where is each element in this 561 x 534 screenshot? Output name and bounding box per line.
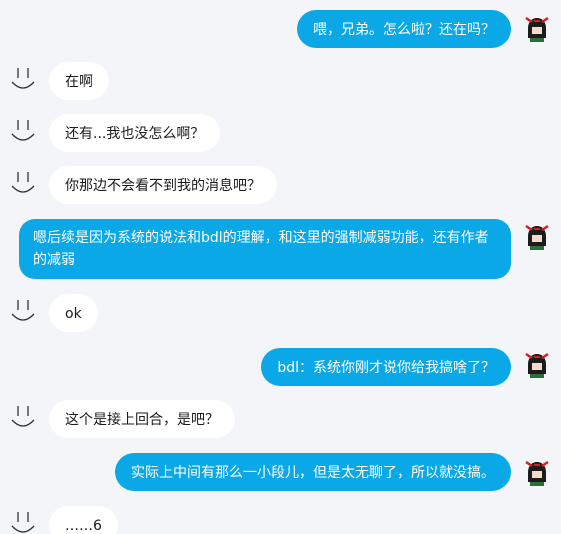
message-row-outgoing: 嗯后续是因为系统的说法和bdl的理解，和这里的强制减弱功能，还有作者的减弱	[0, 216, 561, 282]
anime-girl-avatar-icon[interactable]	[522, 348, 552, 378]
message-bubble-outgoing[interactable]: 嗯后续是因为系统的说法和bdl的理解，和这里的强制减弱功能，还有作者的减弱	[19, 219, 511, 279]
message-bubble-incoming[interactable]: 还有...我也没怎么啊？	[49, 114, 221, 152]
message-row-outgoing: bdl：系统你刚才说你给我搞啥了？	[0, 344, 561, 386]
anime-girl-avatar-icon[interactable]	[522, 456, 552, 486]
message-row-incoming: 还有...我也没怎么啊？	[0, 112, 561, 152]
smiley-face-icon[interactable]	[8, 296, 38, 326]
smiley-face-icon[interactable]	[8, 508, 38, 534]
anime-girl-avatar-icon[interactable]	[522, 12, 552, 42]
message-bubble-outgoing[interactable]: 实际上中间有那么一小段儿，但是太无聊了，所以就没搞。	[115, 453, 511, 491]
message-bubble-incoming[interactable]: 在啊	[49, 62, 109, 100]
message-row-incoming: ok	[0, 292, 561, 332]
smiley-face-icon[interactable]	[8, 64, 38, 94]
smiley-face-icon[interactable]	[8, 402, 38, 432]
message-bubble-outgoing[interactable]: 喂，兄弟。怎么啦？还在吗？	[297, 10, 511, 48]
message-row-incoming: ……6	[0, 504, 561, 534]
message-row-outgoing: 喂，兄弟。怎么啦？还在吗？	[0, 8, 561, 48]
message-bubble-incoming[interactable]: ok	[49, 294, 98, 332]
message-bubble-incoming[interactable]: ……6	[49, 506, 118, 534]
message-row-outgoing: 实际上中间有那么一小段儿，但是太无聊了，所以就没搞。	[0, 452, 561, 492]
message-row-incoming: 在啊	[0, 60, 561, 100]
message-row-incoming: 你那边不会看不到我的消息吧？	[0, 164, 561, 204]
message-bubble-incoming[interactable]: 这个是接上回合，是吧？	[49, 400, 235, 438]
smiley-face-icon[interactable]	[8, 116, 38, 146]
message-bubble-incoming[interactable]: 你那边不会看不到我的消息吧？	[49, 166, 277, 204]
chat-thread: 喂，兄弟。怎么啦？还在吗？ 在啊 还有...我也没怎么啊？ 你那边不会看不到我的…	[0, 0, 561, 534]
message-row-incoming: 这个是接上回合，是吧？	[0, 398, 561, 438]
smiley-face-icon[interactable]	[8, 168, 38, 198]
anime-girl-avatar-icon[interactable]	[522, 220, 552, 250]
message-bubble-outgoing[interactable]: bdl：系统你刚才说你给我搞啥了？	[261, 348, 511, 386]
